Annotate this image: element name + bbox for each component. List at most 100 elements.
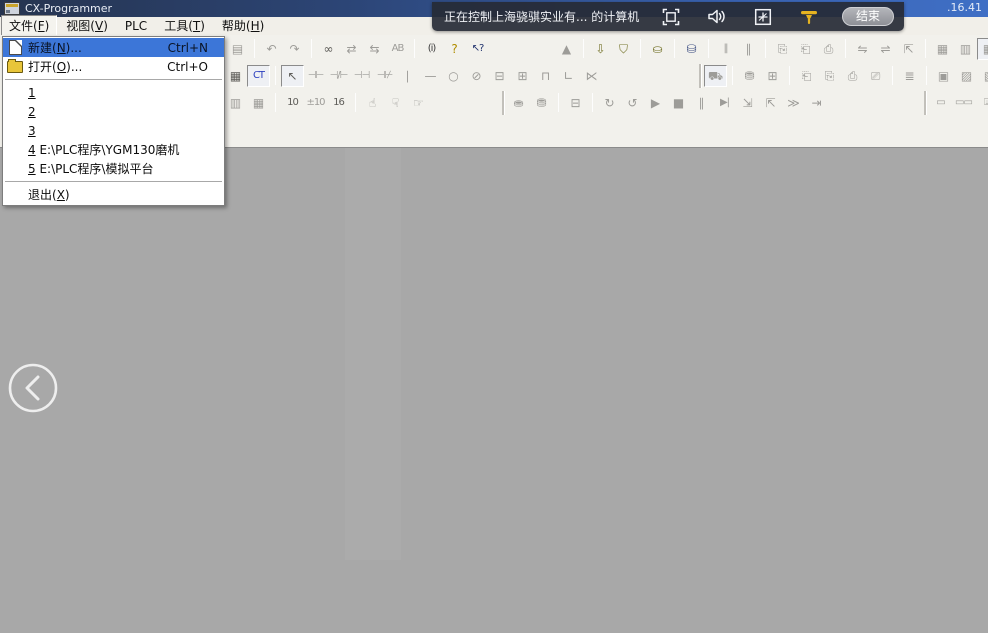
context-help-button[interactable]: ↖?: [466, 38, 489, 60]
file-menu-item-new[interactable]: 新建(N)...Ctrl+N: [3, 38, 224, 57]
partial-transfer-2-button[interactable]: ⇌: [874, 38, 897, 60]
plc-settings-button[interactable]: ▥: [954, 38, 977, 60]
new-closed-coil-button[interactable]: ⊘: [465, 65, 488, 87]
component-2-button[interactable]: ▭▭: [952, 92, 975, 114]
force-cancel-button[interactable]: ☞: [407, 92, 430, 114]
file-menu-item-recent-4[interactable]: 4 E:\PLC程序\YGM130磨机: [3, 140, 224, 159]
simulator-stop-button[interactable]: ■: [667, 92, 690, 114]
download-to-simulator-button[interactable]: ⛉: [612, 38, 635, 60]
transfer-from-plc-button[interactable]: ⎗: [794, 38, 817, 60]
vertical-line-button[interactable]: ∣: [396, 65, 419, 87]
component-3-button[interactable]: ⍗: [975, 92, 988, 114]
new-instruction-button[interactable]: ⊟: [488, 65, 511, 87]
decimal-monitor-button[interactable]: 10: [281, 92, 304, 114]
move-section-button[interactable]: ⎚: [864, 65, 887, 87]
new-closed-or-contact-button[interactable]: ⊣⊬: [373, 65, 396, 87]
help-contents-button[interactable]: ?: [443, 38, 466, 60]
menu-tools[interactable]: 工具(T): [156, 15, 213, 37]
memory-card-button[interactable]: ▦: [977, 38, 988, 60]
file-menu-item-recent-2[interactable]: 2: [3, 102, 224, 121]
simulator-scan-run-button[interactable]: ↻: [598, 92, 621, 114]
rung-comment-button[interactable]: CT: [247, 65, 270, 87]
simulator-continuous-button[interactable]: ≫: [782, 92, 805, 114]
plc-online-button[interactable]: ⛟: [704, 65, 727, 87]
fullscreen-button[interactable]: [658, 6, 684, 28]
paste-button[interactable]: ▤: [226, 38, 249, 60]
menu-view[interactable]: 视图(V): [58, 15, 116, 37]
simulator-run-to-button[interactable]: ⇥: [805, 92, 828, 114]
work-online-simulator-button[interactable]: ▲: [555, 38, 578, 60]
line-delete-button[interactable]: ⋉: [580, 65, 603, 87]
comment-dialog-button[interactable]: ⊟: [564, 92, 587, 114]
monitor-view-button[interactable]: ▣: [932, 65, 955, 87]
file-menu-item-recent-5[interactable]: 5 E:\PLC程序\模拟平台: [3, 159, 224, 178]
partial-transfer-1-button[interactable]: ⇋: [851, 38, 874, 60]
new-contact-button[interactable]: ⊣⊢: [304, 65, 327, 87]
menu-plc[interactable]: PLC: [117, 17, 155, 36]
replace-button[interactable]: ⇄: [340, 38, 363, 60]
simulator-step-run-button[interactable]: ↺: [621, 92, 644, 114]
horizontal-line-button[interactable]: —: [419, 65, 442, 87]
symbols-list-button[interactable]: ≣: [898, 65, 921, 87]
signed-decimal-monitor-button[interactable]: ±10: [304, 92, 327, 114]
time-chart-button[interactable]: ▦: [247, 92, 270, 114]
calendar-button[interactable]: ⊞: [761, 65, 784, 87]
watch-window-button[interactable]: ▨: [955, 65, 978, 87]
line-connect-button[interactable]: ∟: [557, 65, 580, 87]
hex-monitor-button[interactable]: 16: [327, 92, 350, 114]
find-button[interactable]: ∞: [317, 38, 340, 60]
file-menu-item-exit[interactable]: 退出(X): [3, 185, 224, 204]
line-delete-icon: ⋉: [586, 70, 598, 82]
stack-view-button[interactable]: ⛃: [738, 65, 761, 87]
undo-button[interactable]: ↶: [260, 38, 283, 60]
file-menu-item-recent-3[interactable]: 3: [3, 121, 224, 140]
transfer-options-button[interactable]: ⛁: [680, 38, 703, 60]
save-symbols-button[interactable]: ⛀: [646, 38, 669, 60]
force-off-button[interactable]: ☟: [384, 92, 407, 114]
toolbar-separator: [845, 39, 846, 58]
menu-separator: [5, 181, 222, 182]
force-on-button[interactable]: ☝: [361, 92, 384, 114]
function-block-button[interactable]: ⊓: [534, 65, 557, 87]
check-section-button[interactable]: ⎙: [841, 65, 864, 87]
io-table-button[interactable]: ▦: [931, 38, 954, 60]
remote-back-button[interactable]: [7, 361, 59, 415]
menu-help[interactable]: 帮助(H): [214, 15, 272, 37]
select-mode-button[interactable]: ↖: [281, 65, 304, 87]
verify-button[interactable]: ⇱: [897, 38, 920, 60]
simulator-step-out-button[interactable]: ⇱: [759, 92, 782, 114]
transfer-to-plc-button[interactable]: ⎘: [771, 38, 794, 60]
component-1-button[interactable]: ▭: [929, 92, 952, 114]
remote-brand-button[interactable]: [796, 6, 822, 28]
menu-file[interactable]: 文件(F): [1, 15, 57, 37]
replace-in-project-button[interactable]: ⇆: [363, 38, 386, 60]
simulator-run-button[interactable]: ▶: [644, 92, 667, 114]
show-properties-button[interactable]: (i): [420, 38, 443, 60]
end-session-button[interactable]: 结束: [842, 7, 894, 26]
cross-reference-button[interactable]: ▧: [978, 65, 988, 87]
delete-section-button[interactable]: ⎘: [818, 65, 841, 87]
compare-with-plc-button[interactable]: ⎙: [817, 38, 840, 60]
simulator-pause-button[interactable]: ∥: [690, 92, 713, 114]
redo-button[interactable]: ↷: [283, 38, 306, 60]
simulator-step-in-button[interactable]: ⇲: [736, 92, 759, 114]
new-coil-button[interactable]: ○: [442, 65, 465, 87]
pause-monitor-button[interactable]: ‖: [714, 38, 737, 60]
new-instruction-2-button[interactable]: ⊞: [511, 65, 534, 87]
file-menu-item-recent-1[interactable]: 1: [3, 83, 224, 102]
data-trace-button[interactable]: ▥: [224, 92, 247, 114]
remote-control-status-text: 正在控制上海骁骐实业有... 的计算机: [432, 8, 639, 25]
save-trace-button[interactable]: ⛂: [507, 92, 530, 114]
simulator-step-button[interactable]: ▶|: [713, 92, 736, 114]
new-closed-contact-button[interactable]: ⊣/⊢: [327, 65, 350, 87]
toolbox-button[interactable]: [750, 6, 776, 28]
new-or-contact-button[interactable]: ⊣⊣: [350, 65, 373, 87]
insert-section-button[interactable]: ⎗: [795, 65, 818, 87]
online-edit-button[interactable]: ⇩: [589, 38, 612, 60]
file-menu-item-open[interactable]: 打开(O)...Ctrl+O: [3, 57, 224, 76]
change-all-button[interactable]: AB: [386, 38, 409, 60]
volume-button[interactable]: [704, 6, 730, 28]
load-trace-button[interactable]: ⛃: [530, 92, 553, 114]
pause-button[interactable]: ∥: [737, 38, 760, 60]
grid-toggle-button[interactable]: ▦: [224, 65, 247, 87]
